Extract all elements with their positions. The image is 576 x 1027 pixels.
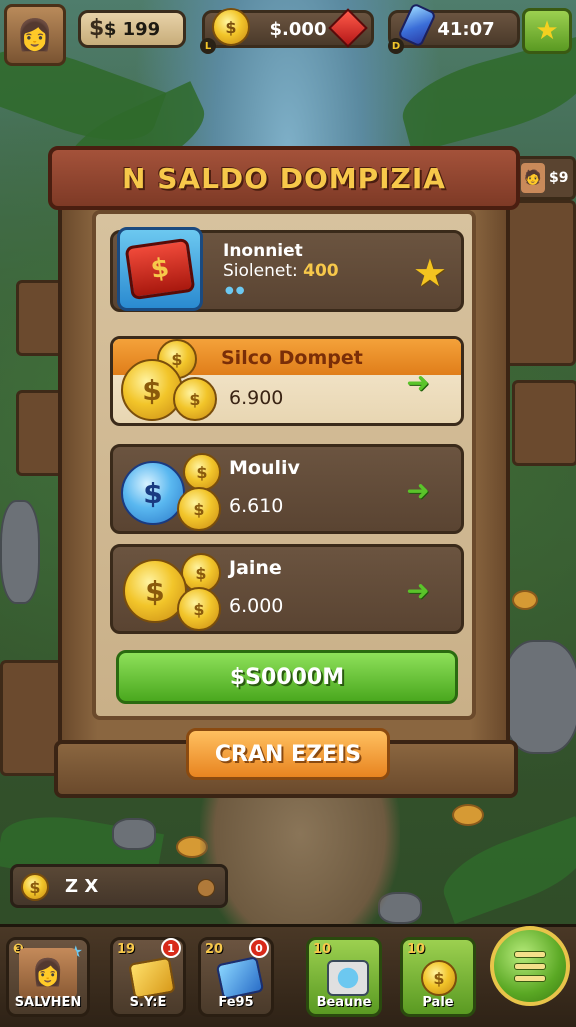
ruby-chest-icon: $ [124,237,196,301]
notification-badge: 1 [161,938,181,958]
menu-line-icon [514,974,546,982]
menu-button[interactable] [490,926,570,1006]
nav-label: SALVHEN [14,995,82,1010]
coin-icon: $ [21,873,49,901]
info-bar[interactable]: $ Z X [10,864,228,908]
reward-title: Inonniet [223,241,303,261]
gem-badge-icon: D [388,38,404,54]
hut [500,200,576,366]
gold-coin-icon: $ [212,8,250,46]
crate [512,380,576,466]
rock [112,818,156,850]
rock [0,500,40,604]
wallet-option-3[interactable]: $ $ $ Jaine 6.000 ➜ [110,544,464,634]
nav-profile[interactable]: ❸ ★ 👩 SALVHEN [6,937,90,1017]
option-value: 6.900 [229,387,284,409]
nav-count: 10 [313,942,332,957]
option-value: 6.610 [229,495,284,517]
top-bar: 👩 $ $ 199 $.000 $ L 41:07 D ★ [0,0,576,66]
option-value: 6.000 [229,595,284,617]
resource-cash[interactable]: $ $ 199 [78,10,186,48]
nav-item-gems[interactable]: 20 0 Fe95 [198,937,274,1017]
avatar-face-icon: 👩 [19,948,77,998]
coin-icon: $ [421,960,457,996]
gold-coins-icon: $ $ $ [121,339,221,425]
star-icon: ★ [535,16,559,46]
nav-item-pale[interactable]: 10 $ Pale [400,937,476,1017]
blue-coins-icon: $ $ $ [121,453,221,533]
bottom-nav: ❸ ★ 👩 SALVHEN 19 1 S.Y:E 20 0 Fe95 10 Be… [0,924,576,1027]
avatar-face-icon: 🧑 [521,163,545,193]
rock [502,640,576,754]
wallet-option-1[interactable]: $ $ $ Silco Dompet 6.900 ➜ [110,336,464,426]
nav-label: Pale [422,995,454,1010]
gold-coins-icon: $ $ $ [121,553,221,633]
coin-on-ground [452,804,484,826]
resource-cash-value: $ 199 [103,18,161,40]
star-button[interactable]: ★ [522,8,572,54]
arrow-right-icon: ➜ [406,365,430,399]
option-name: Jaine [229,557,282,579]
nav-label: S.Y:E [129,995,167,1010]
notification-badge: 0 [249,938,269,958]
nav-label: Beaune [316,995,372,1010]
reward-info-card: $ Inonniet Siolenet: 400 ●● ★ [110,227,464,312]
dialog-title: N SALDO DOMPIZIA [122,161,446,195]
nav-count: 19 [117,942,136,957]
reward-icon-frame: $ [117,227,203,311]
option-name: Silco Dompet [221,347,363,369]
favorite-star-icon[interactable]: ★ [413,251,447,295]
progress-dots: ●● [225,285,247,296]
info-bar-text: Z X [65,876,99,897]
arrow-right-icon: ➜ [406,573,430,607]
wallet-option-2[interactable]: $ $ $ Mouliv 6.610 ➜ [110,444,464,534]
gold-badge-icon: L [200,38,216,54]
nav-count: 20 [205,942,224,957]
nav-count: 10 [407,942,426,957]
reward-amount: Siolenet: 400 [223,261,339,281]
gold-bar-icon [128,956,176,1000]
coin-on-ground [512,590,538,610]
nav-label: Fe95 [218,995,254,1010]
avatar-face-icon: 👩 [16,17,54,53]
player-avatar[interactable]: 👩 [4,4,66,66]
side-avatar[interactable]: 🧑 $9 [514,156,576,200]
blue-button-icon [327,960,369,996]
nav-item-gold[interactable]: 19 1 S.Y:E [110,937,186,1017]
arrow-right-icon: ➜ [406,473,430,507]
blue-chest-icon [215,956,265,1000]
dialog-title-bar: N SALDO DOMPIZIA [48,146,520,210]
dot-icon [197,879,215,897]
option-name: Mouliv [229,457,300,479]
cancel-button[interactable]: CRAN EZEIS [186,728,390,780]
confirm-button[interactable]: $S0000M [116,650,458,704]
nav-item-beaune[interactable]: 10 Beaune [306,937,382,1017]
menu-line-icon [514,950,546,958]
menu-line-icon [514,962,546,970]
side-avatar-value: $9 [549,170,569,186]
